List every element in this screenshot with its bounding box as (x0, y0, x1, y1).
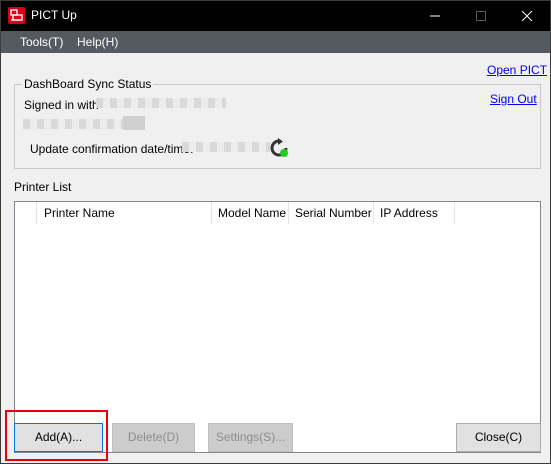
redacted-account (96, 98, 226, 108)
delete-button[interactable]: Delete(D) (112, 423, 195, 452)
close-icon (521, 11, 533, 21)
open-pict-link[interactable]: Open PICT (487, 63, 547, 77)
menu-help[interactable]: Help(H) (77, 35, 118, 49)
redacted-account-detail-end (123, 116, 145, 130)
sign-out-link[interactable]: Sign Out (490, 92, 537, 106)
minimize-icon (430, 15, 440, 17)
app-window: PICT Up Tools(T) Help(H) Open PICT DashB… (0, 0, 551, 464)
pict-app-icon (8, 7, 25, 24)
column-header-ip-address[interactable]: IP Address (374, 202, 455, 224)
minimize-button[interactable] (412, 1, 458, 31)
printer-list-label: Printer List (14, 180, 72, 194)
window-title: PICT Up (31, 8, 77, 22)
main-content: Open PICT DashBoard Sync Status Sign Out… (1, 53, 550, 463)
menu-bar: Tools(T) Help(H) (1, 31, 550, 53)
update-confirmation-label: Update confirmation date/time: (30, 142, 194, 156)
column-header-model-name[interactable]: Model Name (212, 202, 289, 224)
column-header-checkbox[interactable] (15, 202, 37, 224)
refresh-sync-icon (269, 138, 289, 158)
signed-in-label: Signed in with (24, 98, 99, 112)
window-close-button[interactable] (504, 1, 550, 31)
title-bar[interactable]: PICT Up (1, 1, 550, 31)
add-button[interactable]: Add(A)... (14, 423, 103, 452)
column-header-printer-name[interactable]: Printer Name (37, 202, 212, 224)
column-header-serial-number[interactable]: Serial Number (289, 202, 374, 224)
settings-button[interactable]: Settings(S)... (208, 423, 293, 452)
maximize-icon (476, 11, 486, 21)
close-button[interactable]: Close(C) (456, 423, 541, 452)
sync-status-group-label: DashBoard Sync Status (22, 77, 154, 91)
redacted-update-datetime (182, 142, 270, 152)
menu-tools[interactable]: Tools(T) (20, 35, 63, 49)
maximize-button[interactable] (458, 1, 504, 31)
